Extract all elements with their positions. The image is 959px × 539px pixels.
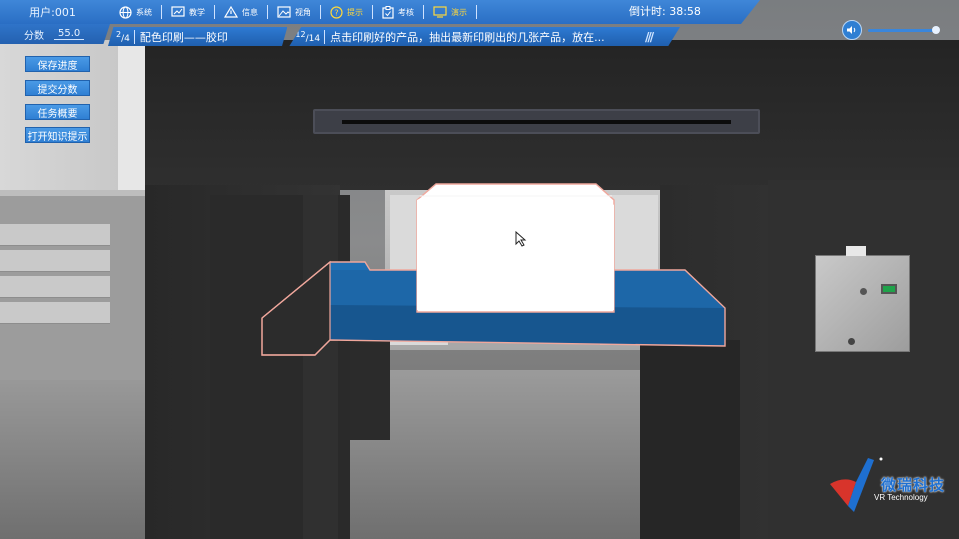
score-value: 55.0 [54,28,85,40]
volume-control [842,20,940,40]
company-logo: 微瑞科技 VR Technology [826,456,956,516]
menu-label: 提示 [347,7,363,17]
stage-counter: 2/4 [116,29,130,44]
menu-item-system[interactable]: 系统 [112,0,159,24]
menu-separator [423,5,424,19]
speaker-icon[interactable] [842,20,862,40]
volume-slider-handle[interactable] [932,26,940,34]
menu-separator [476,5,477,19]
menu-separator [214,5,215,19]
scene-viewport[interactable] [0,0,959,539]
menu-separator [267,5,268,19]
score-label: 分数 [24,30,44,42]
task-overview-button[interactable]: 任务概要 [25,104,90,120]
countdown-timer: 倒计时: 38:58 [629,5,701,18]
monitor-icon [433,6,447,18]
menu-item-assessment[interactable]: 考核 [375,0,421,24]
image-icon [277,6,291,18]
menu-separator [161,5,162,19]
divider [133,29,135,44]
globe-icon [119,5,132,19]
mouse-cursor-icon [515,231,527,247]
printed-product-stack[interactable] [416,183,615,313]
menu-label: 教学 [189,7,205,17]
user-label: 用户:001 [29,6,76,19]
menu-label: 信息 [242,7,258,17]
save-progress-button[interactable]: 保存进度 [25,56,90,72]
submit-score-button[interactable]: 提交分数 [25,80,90,96]
score-display: 分数 55.0 [0,24,110,44]
task-progress-strip: 2/4 配色印刷——胶印 12/14 点击印刷好的产品，抽出最新印刷出的几张产品… [108,27,680,46]
menu-item-teaching[interactable]: 教学 [164,0,212,24]
svg-text:?: ? [334,8,338,17]
menu-label: 系统 [136,7,152,17]
logo-name: 微瑞科技 [881,476,946,494]
logo-subtitle: VR Technology [874,493,928,502]
menu-label: 考核 [398,7,414,17]
question-icon: ? [330,5,343,19]
stage-title: 配色印刷——胶印 [139,30,228,44]
menu-item-demo[interactable]: 演示 [426,0,474,24]
volume-slider-track[interactable] [868,29,936,32]
highlighted-objects [261,183,726,356]
stage-indicator: 2/4 配色印刷——胶印 [108,27,288,46]
divider [324,29,326,44]
menu-item-info[interactable]: 信息 [217,0,265,24]
step-counter: 12/14 [295,29,321,44]
main-menu: 系统 教学 信息 视角 ? 提示 考核 演示 [112,0,479,24]
menu-label: 视角 [295,7,311,17]
vr-logo-icon [830,457,883,512]
clipboard-icon [382,5,394,19]
step-indicator: 12/14 点击印刷好的产品，抽出最新印刷出的几张产品，放在... [289,27,680,46]
menu-item-view[interactable]: 视角 [270,0,318,24]
menu-separator [372,5,373,19]
open-knowledge-hints-button[interactable]: 打开知识提示 [25,127,90,143]
step-instruction: 点击印刷好的产品，抽出最新印刷出的几张产品，放在... [330,30,605,44]
decorative-slashes: /// [645,30,654,44]
menu-separator [320,5,321,19]
teaching-icon [171,6,185,18]
warning-icon [224,6,238,18]
menu-label: 演示 [451,7,467,17]
menu-item-hint[interactable]: ? 提示 [323,0,370,24]
